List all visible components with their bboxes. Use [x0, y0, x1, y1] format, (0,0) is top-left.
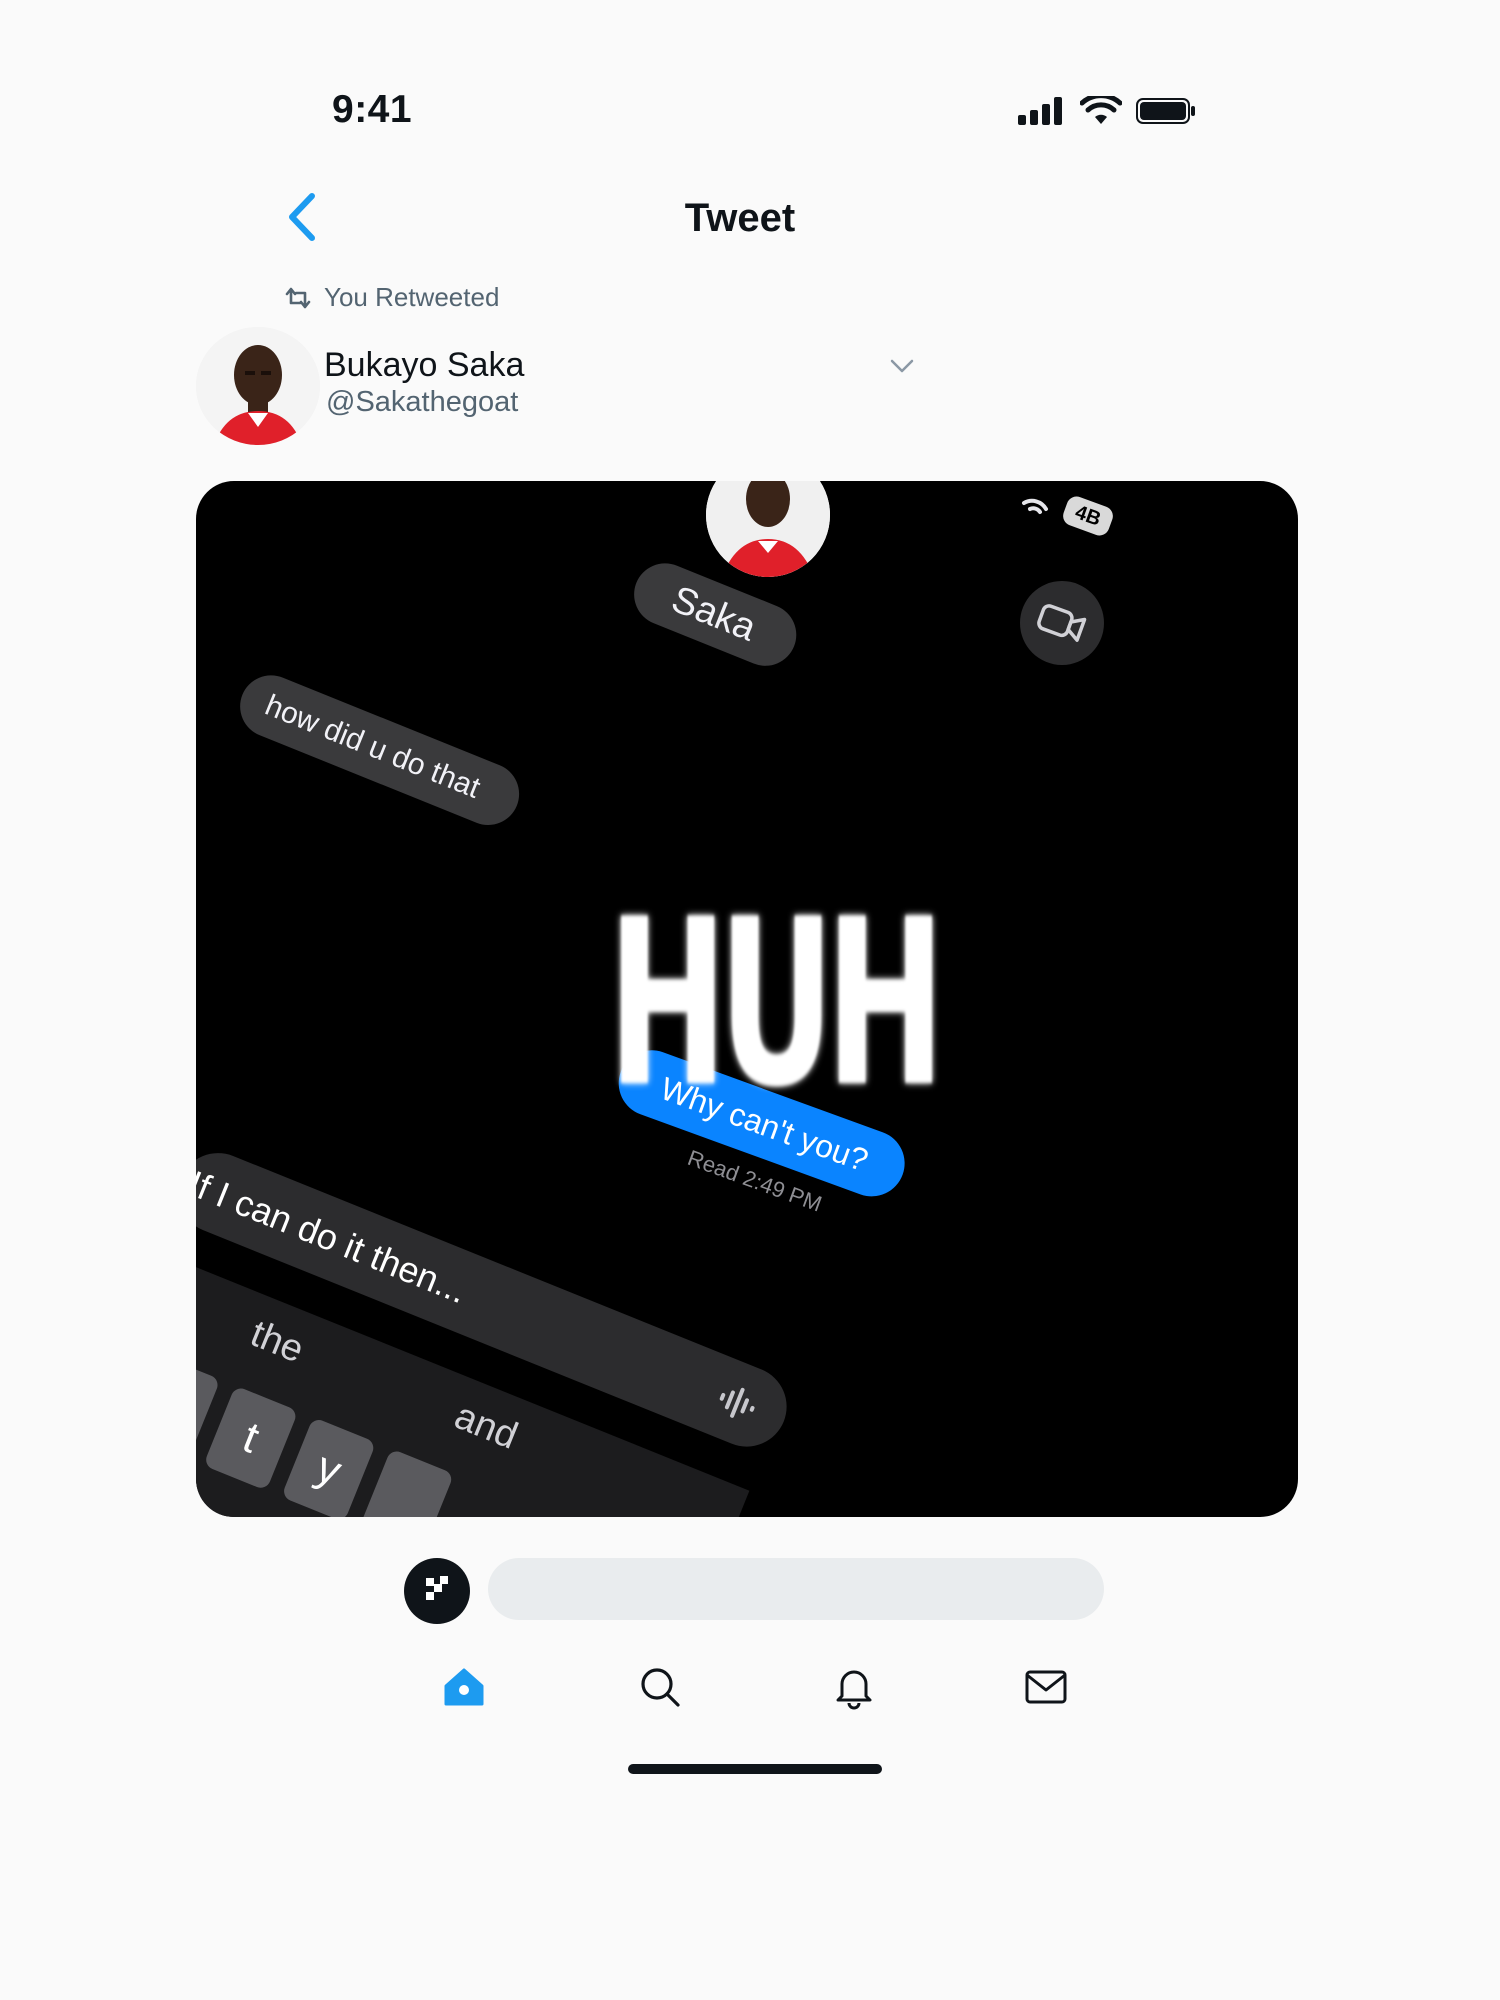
chevron-down-icon[interactable] — [888, 356, 916, 376]
suggestion-2: and — [448, 1395, 524, 1458]
key-blank — [358, 1448, 455, 1517]
waveform-icon — [719, 1387, 755, 1418]
contact-avatar — [706, 481, 830, 577]
video-call-button — [1020, 581, 1104, 665]
author-name[interactable]: Bukayo Saka — [324, 346, 524, 385]
retweet-label: You Retweeted — [324, 282, 500, 312]
nav-search[interactable] — [636, 1664, 684, 1710]
page-title: Tweet — [684, 196, 796, 240]
key-t: t — [203, 1385, 299, 1491]
nav-notifications[interactable] — [830, 1664, 878, 1710]
author-handle[interactable]: @Sakathegoat — [326, 386, 518, 419]
reply-input[interactable] — [488, 1558, 1104, 1620]
incoming-message: how did u do that — [260, 688, 485, 805]
avatar-image — [196, 327, 320, 445]
tweet-detail-screen: 9:41 Tweet You Retweeted Bukayo Saka @Sa… — [0, 0, 1500, 2000]
network-badge: 4B — [1060, 493, 1116, 539]
key-y: y — [281, 1417, 377, 1517]
retweet-icon — [285, 287, 311, 308]
suggestion-1: the — [244, 1312, 310, 1372]
home-indicator[interactable] — [628, 1764, 882, 1774]
tweet-media[interactable]: Saka 4B how did u do that Why can't you?… — [196, 481, 1298, 1517]
video-camera-icon — [1037, 604, 1087, 642]
cellular-signal-icon — [1018, 97, 1062, 125]
nav-messages[interactable] — [1022, 1664, 1070, 1710]
retweet-context: You Retweeted — [284, 282, 499, 313]
contact-name: Saka — [665, 578, 762, 650]
compose-icon — [426, 1576, 448, 1600]
status-time: 9:41 — [332, 88, 413, 131]
incoming-message-bubble: how did u do that — [230, 666, 529, 835]
nav-home[interactable] — [440, 1664, 488, 1710]
wifi-icon — [1022, 498, 1048, 514]
overlay-text: HUH — [608, 871, 945, 1138]
status-icons — [1018, 96, 1196, 126]
author-avatar[interactable] — [196, 327, 320, 445]
battery-icon — [1136, 98, 1195, 124]
wifi-icon — [1080, 96, 1122, 124]
compose-button[interactable] — [404, 1558, 470, 1624]
